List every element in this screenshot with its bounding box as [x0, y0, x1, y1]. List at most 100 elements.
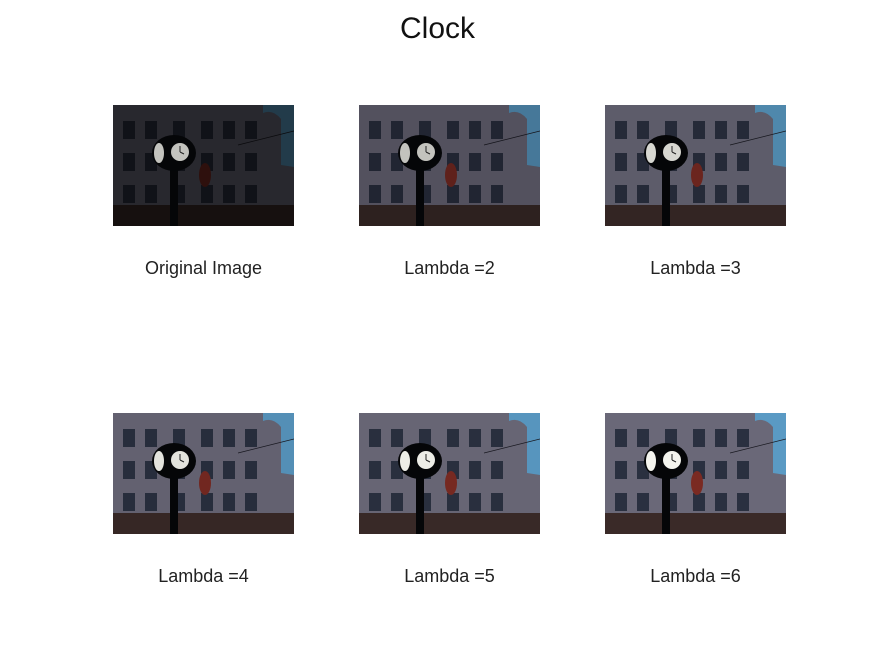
- street-base: [605, 205, 786, 226]
- window: [637, 493, 649, 511]
- window: [469, 185, 481, 203]
- panel-lambda-5: Lambda =5: [359, 413, 540, 586]
- window: [615, 429, 627, 447]
- window: [123, 185, 135, 203]
- window: [447, 493, 459, 511]
- window: [737, 121, 749, 139]
- window: [615, 185, 627, 203]
- panel-caption: Lambda =5: [404, 566, 495, 586]
- ornament: [199, 163, 211, 187]
- clock-face-left: [400, 143, 410, 163]
- clock-photo: [359, 105, 540, 226]
- window: [737, 153, 749, 171]
- panel-original-image: Original Image: [113, 105, 294, 278]
- window: [391, 185, 403, 203]
- window: [615, 493, 627, 511]
- window: [369, 185, 381, 203]
- panel-caption: Lambda =2: [404, 258, 495, 278]
- window: [447, 429, 459, 447]
- clock-face-left: [154, 451, 164, 471]
- window: [245, 429, 257, 447]
- window: [491, 429, 503, 447]
- window: [223, 461, 235, 479]
- window: [637, 429, 649, 447]
- window: [201, 429, 213, 447]
- clock-photo: [605, 413, 786, 534]
- window: [715, 493, 727, 511]
- ornament: [691, 471, 703, 495]
- window: [615, 461, 627, 479]
- window: [369, 153, 381, 171]
- window: [201, 121, 213, 139]
- street-base: [113, 205, 294, 226]
- window: [123, 153, 135, 171]
- window: [245, 153, 257, 171]
- clock-photo: [605, 105, 786, 226]
- window: [145, 121, 157, 139]
- panel-lambda-4: Lambda =4: [113, 413, 294, 586]
- street-base: [113, 513, 294, 534]
- panel-lambda-6: Lambda =6: [605, 413, 786, 586]
- window: [123, 493, 135, 511]
- window: [123, 429, 135, 447]
- panel-lambda-2: Lambda =2: [359, 105, 540, 278]
- window: [693, 121, 705, 139]
- window: [491, 461, 503, 479]
- window: [245, 121, 257, 139]
- window: [201, 185, 213, 203]
- window: [693, 493, 705, 511]
- panel-caption: Lambda =6: [650, 566, 741, 586]
- clock-face-left: [400, 451, 410, 471]
- panel-lambda-3: Lambda =3: [605, 105, 786, 278]
- window: [245, 461, 257, 479]
- ornament: [445, 163, 457, 187]
- window: [469, 493, 481, 511]
- window: [715, 461, 727, 479]
- window: [715, 429, 727, 447]
- window: [223, 121, 235, 139]
- window: [145, 185, 157, 203]
- clock-face-left: [646, 451, 656, 471]
- window: [391, 493, 403, 511]
- window: [693, 429, 705, 447]
- window: [123, 121, 135, 139]
- window: [737, 429, 749, 447]
- window: [391, 429, 403, 447]
- window: [447, 185, 459, 203]
- window: [123, 461, 135, 479]
- window: [223, 153, 235, 171]
- street-base: [605, 513, 786, 534]
- window: [637, 121, 649, 139]
- panel-caption: Original Image: [144, 258, 263, 278]
- ornament: [691, 163, 703, 187]
- street-base: [359, 205, 540, 226]
- window: [145, 493, 157, 511]
- window: [615, 153, 627, 171]
- window: [637, 185, 649, 203]
- clock-photo: [113, 105, 294, 226]
- ornament: [445, 471, 457, 495]
- street-base: [359, 513, 540, 534]
- clock-photo: [113, 413, 294, 534]
- figure-title: Clock: [399, 12, 475, 45]
- window: [223, 429, 235, 447]
- window: [737, 493, 749, 511]
- window: [737, 461, 749, 479]
- window: [469, 153, 481, 171]
- window: [245, 185, 257, 203]
- window: [491, 185, 503, 203]
- clock-photo: [359, 413, 540, 534]
- window: [369, 493, 381, 511]
- window: [469, 121, 481, 139]
- window: [223, 185, 235, 203]
- window: [715, 153, 727, 171]
- window: [615, 121, 627, 139]
- clock-face-left: [154, 143, 164, 163]
- window: [491, 153, 503, 171]
- panel-caption: Lambda =3: [650, 258, 741, 278]
- window: [737, 185, 749, 203]
- window: [469, 461, 481, 479]
- window: [715, 185, 727, 203]
- window: [447, 121, 459, 139]
- window: [201, 493, 213, 511]
